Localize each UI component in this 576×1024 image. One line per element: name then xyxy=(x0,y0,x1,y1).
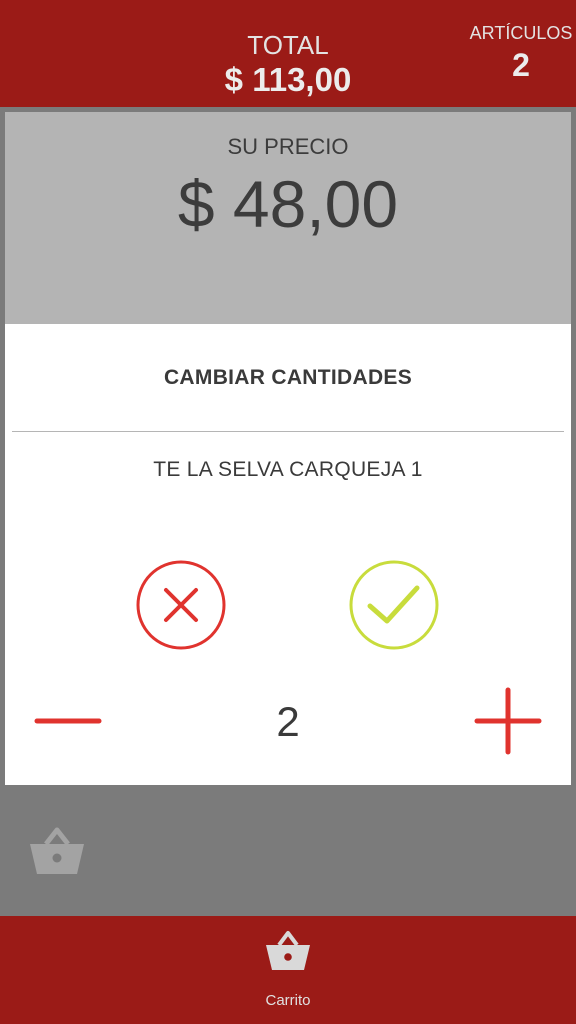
change-quantity-modal: CAMBIAR CANTIDADES TE LA SELVA CARQUEJA … xyxy=(5,324,571,785)
nav-item-cart[interactable]: Carrito xyxy=(238,924,338,1020)
price-value: $ 48,00 xyxy=(177,167,399,241)
check-icon xyxy=(349,560,439,650)
articles-block: ARTÍCULOS 2 xyxy=(468,22,574,86)
decrease-quantity-button[interactable] xyxy=(33,686,103,756)
top-summary-bar: TOTAL $ 113,00 ARTÍCULOS 2 xyxy=(0,0,576,107)
confirm-button[interactable] xyxy=(348,559,440,651)
basket-icon xyxy=(266,931,310,970)
bottom-nav: Carrito xyxy=(0,916,576,1024)
articles-count: 2 xyxy=(512,47,530,83)
product-name: TE LA SELVA CARQUEJA 1 xyxy=(153,458,423,481)
modal-title: CAMBIAR CANTIDADES xyxy=(163,366,413,389)
close-icon xyxy=(136,560,226,650)
articles-label: ARTÍCULOS xyxy=(469,23,573,43)
minus-icon xyxy=(34,718,102,724)
basket-icon xyxy=(30,827,84,874)
price-panel: SU PRECIO $ 48,00 xyxy=(5,112,571,332)
price-label: SU PRECIO xyxy=(227,134,349,159)
quantity-value: 2 xyxy=(276,698,300,745)
cancel-button[interactable] xyxy=(135,559,227,651)
nav-item-cart-label: Carrito xyxy=(265,992,311,1009)
increase-quantity-button[interactable] xyxy=(473,686,543,756)
plus-icon xyxy=(474,687,542,755)
modal-divider xyxy=(12,431,564,432)
